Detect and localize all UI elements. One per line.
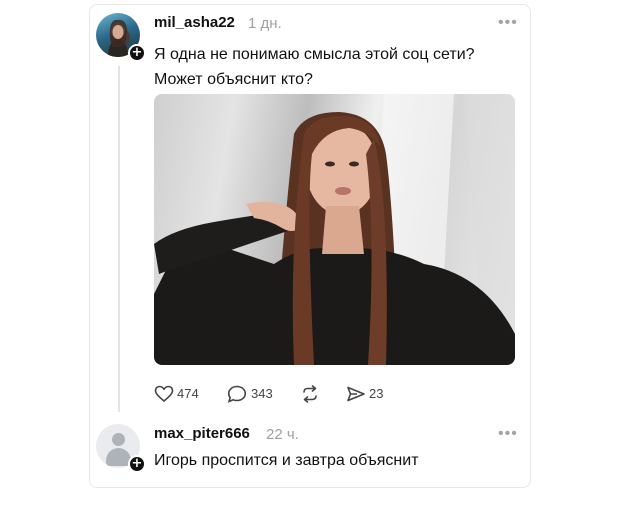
- comments-count: 343: [251, 386, 273, 401]
- shares-count: 23: [369, 386, 384, 401]
- repost-button[interactable]: [300, 383, 322, 405]
- repost-icon: [303, 385, 317, 403]
- post-username[interactable]: mil_asha22: [154, 14, 235, 31]
- selfie-photo-icon: [154, 94, 515, 365]
- reply-time: 22 ч.: [266, 426, 299, 443]
- reply-more-icon[interactable]: •••: [498, 425, 518, 443]
- post-text: Я одна не понимаю смысла этой соц сети? …: [154, 46, 475, 88]
- post-time: 1 дн.: [248, 15, 282, 32]
- comment-bubble-icon: [227, 385, 247, 403]
- like-button[interactable]: 474: [154, 383, 202, 405]
- likes-count: 474: [177, 386, 199, 401]
- reply-follow-plus-icon[interactable]: +: [128, 455, 146, 473]
- thread-line: [118, 66, 120, 412]
- reply-text: Игорь проспится и завтра объяснит: [154, 452, 419, 469]
- heart-icon: [154, 385, 174, 403]
- follow-plus-icon[interactable]: +: [128, 44, 146, 62]
- send-icon: [347, 386, 365, 402]
- post-photo[interactable]: [154, 94, 515, 365]
- comment-button[interactable]: 343: [227, 383, 277, 405]
- default-avatar-head: [112, 433, 125, 446]
- share-button[interactable]: 23: [346, 383, 388, 405]
- post-more-icon[interactable]: •••: [498, 14, 518, 32]
- reply-username[interactable]: max_piter666: [154, 425, 250, 442]
